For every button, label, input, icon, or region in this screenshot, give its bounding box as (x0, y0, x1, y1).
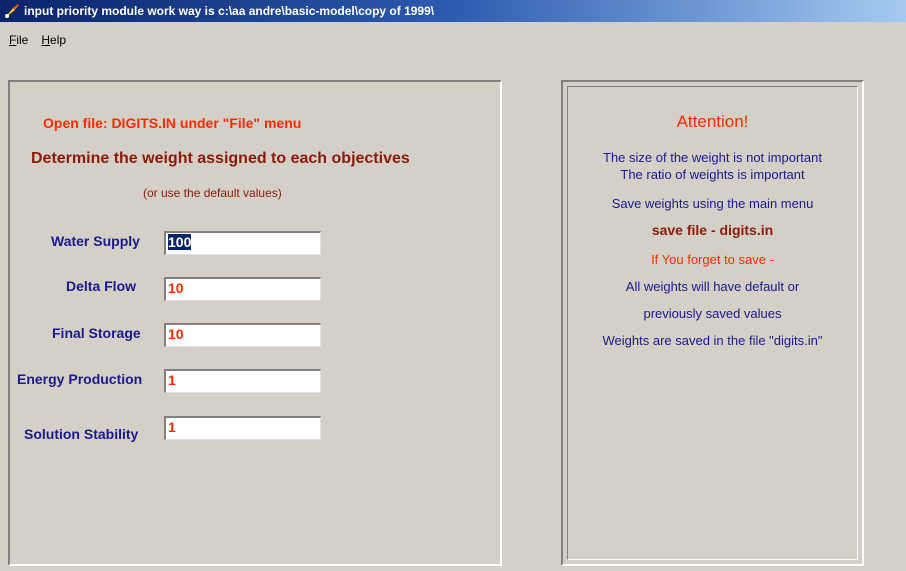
solution-stability-label: Solution Stability (24, 426, 139, 442)
final-storage-value: 10 (168, 326, 184, 342)
attention-line-3: Save weights using the main menu (611, 196, 814, 211)
water-supply-field[interactable]: 100 (164, 231, 321, 255)
save-file-text: save file - digits.in (651, 222, 774, 238)
attention-line-2: The ratio of weights is important (620, 167, 805, 182)
open-file-instruction: Open file: DIGITS.IN under "File" menu (43, 115, 302, 131)
menu-file[interactable]: File (0, 33, 33, 51)
energy-production-field[interactable]: 1 (164, 369, 321, 393)
menu-help-accel: H (41, 33, 51, 47)
delta-flow-field[interactable]: 10 (164, 277, 321, 301)
menu-help[interactable]: Help (33, 33, 72, 51)
water-supply-value: 100 (168, 234, 192, 250)
attention-line-5: previously saved values (643, 306, 782, 321)
attention-line-1: The size of the weight is not important (603, 150, 822, 165)
menu-file-rest: ile (16, 33, 29, 47)
menu-help-rest: elp (50, 33, 67, 47)
attention-line-4: All weights will have default or (625, 279, 800, 294)
forget-warning: If You forget to save - (651, 252, 774, 267)
app-icon (5, 4, 19, 18)
energy-production-label: Energy Production (17, 371, 143, 387)
water-supply-label: Water Supply (51, 233, 140, 249)
attention-title: Attention! (676, 112, 749, 131)
delta-flow-label: Delta Flow (66, 278, 137, 294)
final-storage-label: Final Storage (52, 325, 141, 341)
solution-stability-value: 1 (168, 419, 176, 435)
window-title: input priority module work way is c:\aa … (24, 4, 435, 18)
energy-production-value: 1 (168, 372, 176, 388)
weights-heading: Determine the weight assigned to each ob… (31, 150, 410, 167)
delta-flow-value: 10 (168, 280, 184, 296)
default-values-note: (or use the default values) (143, 186, 282, 200)
title-bar[interactable]: input priority module work way is c:\aa … (0, 0, 906, 22)
solution-stability-field[interactable]: 1 (164, 416, 321, 440)
menu-bar: File Help (0, 33, 72, 51)
final-storage-field[interactable]: 10 (164, 323, 321, 347)
attention-line-6: Weights are saved in the file "digits.in… (602, 333, 823, 348)
